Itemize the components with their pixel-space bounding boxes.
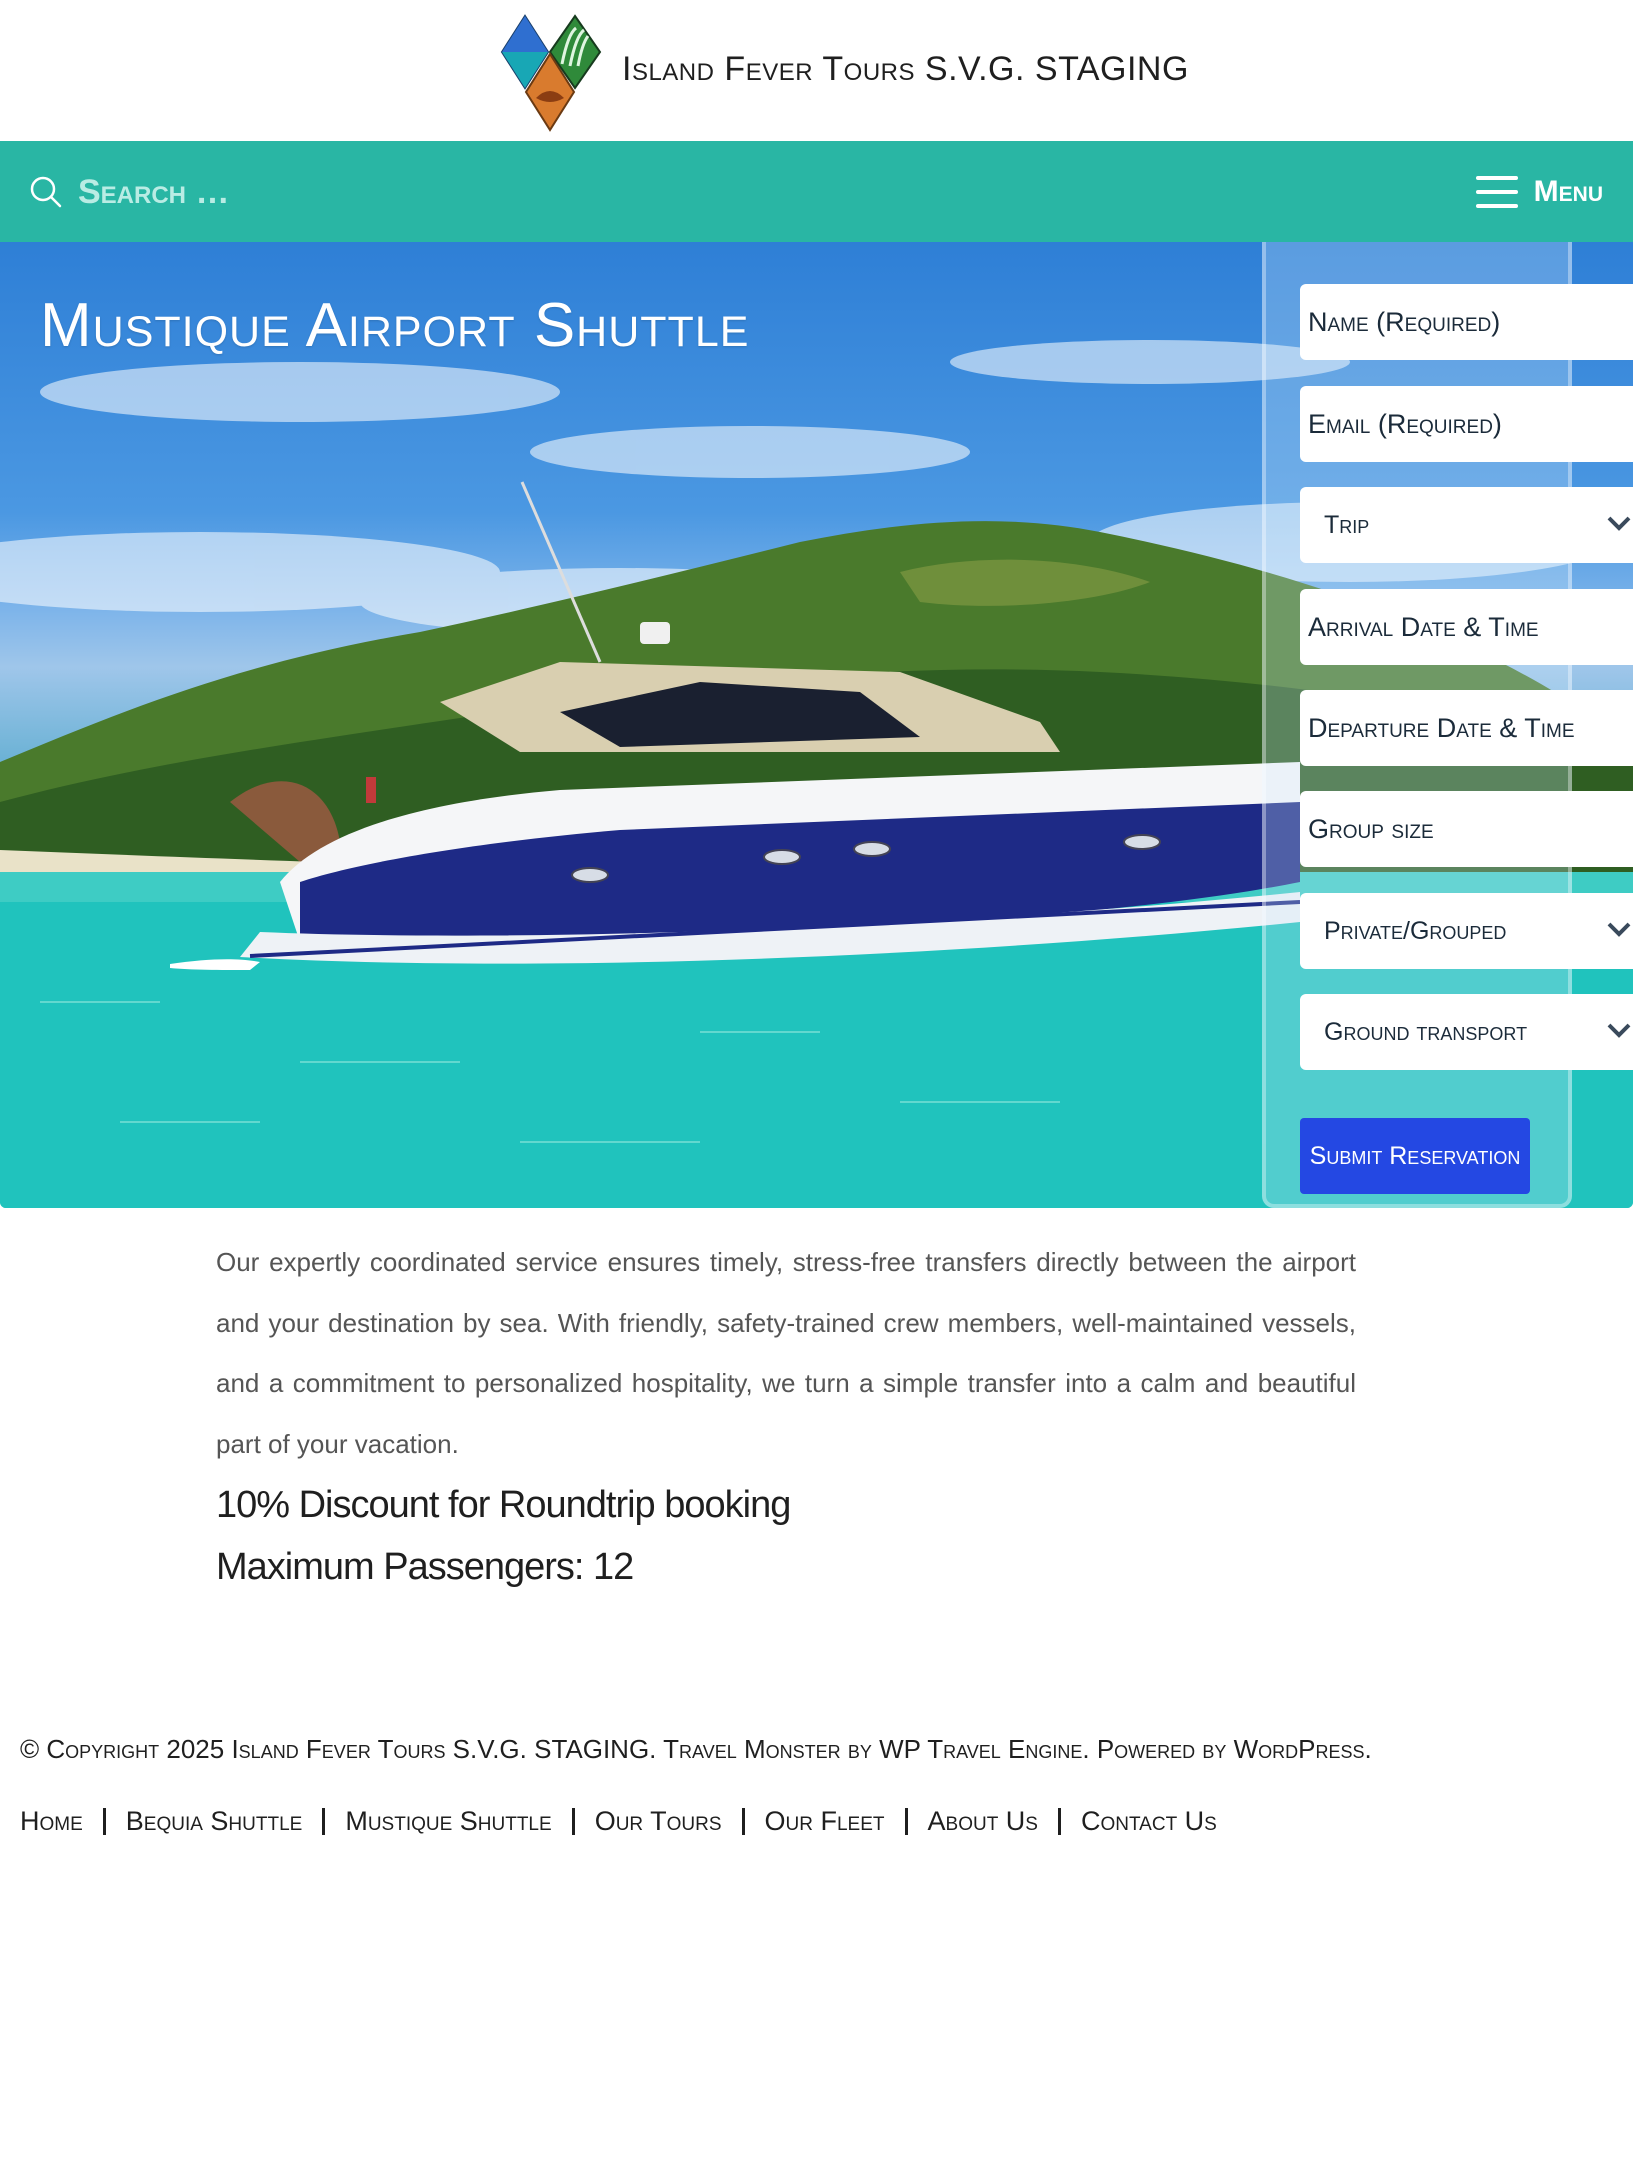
- submit-reservation-button[interactable]: Submit Reservation: [1300, 1118, 1530, 1194]
- footer-link-contact-us[interactable]: Contact Us: [1081, 1806, 1217, 1837]
- menu-label: Menu: [1533, 175, 1603, 208]
- site-header: Island Fever Tours S.V.G. STAGING: [0, 0, 1640, 141]
- search-icon[interactable]: [29, 175, 63, 209]
- site-logo[interactable]: [500, 14, 604, 132]
- divider: [904, 1808, 908, 1835]
- page-title: Mustique Airport Shuttle: [40, 291, 750, 360]
- footer-nav: Home Bequia Shuttle Mustique Shuttle Our…: [20, 1806, 1217, 1837]
- private-grouped-select[interactable]: Private/Grouped: [1300, 893, 1633, 969]
- divider: [1057, 1808, 1061, 1835]
- name-field[interactable]: [1300, 284, 1633, 360]
- roundtrip-discount-text: 10% Discount for Roundtrip booking: [216, 1484, 791, 1526]
- intro-paragraph: Our expertly coordinated service ensures…: [216, 1247, 1356, 1459]
- chevron-down-icon: [1607, 1023, 1631, 1038]
- menu-button[interactable]: Menu: [1475, 169, 1603, 215]
- main-content: Our expertly coordinated service ensures…: [216, 1232, 1356, 1598]
- navbar: Menu: [0, 141, 1633, 242]
- trip-select-value: Trip: [1324, 510, 1370, 539]
- site-title[interactable]: Island Fever Tours S.V.G. STAGING: [622, 50, 1189, 89]
- chevron-down-icon: [1607, 516, 1631, 531]
- divider: [571, 1808, 575, 1835]
- footer-link-home[interactable]: Home: [20, 1806, 83, 1837]
- ground-transport-select[interactable]: Ground transport: [1300, 994, 1633, 1070]
- copyright-text: © Copyright 2025 Island Fever Tours S.V.…: [20, 1734, 1372, 1764]
- group-size-field[interactable]: [1300, 791, 1633, 867]
- footer-link-our-tours[interactable]: Our Tours: [595, 1806, 722, 1837]
- divider: [741, 1808, 745, 1835]
- divider: [322, 1808, 326, 1835]
- footer-link-bequia-shuttle[interactable]: Bequia Shuttle: [126, 1806, 303, 1837]
- arrival-datetime-field[interactable]: [1300, 589, 1633, 665]
- departure-datetime-field[interactable]: [1300, 690, 1633, 766]
- max-passengers-text: Maximum Passengers: 12: [216, 1546, 634, 1588]
- footer-link-our-fleet[interactable]: Our Fleet: [765, 1806, 885, 1837]
- search-input[interactable]: [76, 165, 780, 219]
- chevron-down-icon: [1607, 922, 1631, 937]
- ground-transport-select-value: Ground transport: [1324, 1017, 1528, 1046]
- divider: [102, 1808, 106, 1835]
- trip-select[interactable]: Trip: [1300, 487, 1633, 563]
- private-grouped-select-value: Private/Grouped: [1324, 916, 1507, 945]
- hamburger-menu-icon: [1475, 176, 1518, 208]
- footer-link-mustique-shuttle[interactable]: Mustique Shuttle: [345, 1806, 551, 1837]
- hero-banner: Mustique Airport Shuttle Trip Private/Gr…: [0, 242, 1633, 1208]
- email-field[interactable]: [1300, 386, 1633, 462]
- footer-link-about-us[interactable]: About Us: [928, 1806, 1038, 1837]
